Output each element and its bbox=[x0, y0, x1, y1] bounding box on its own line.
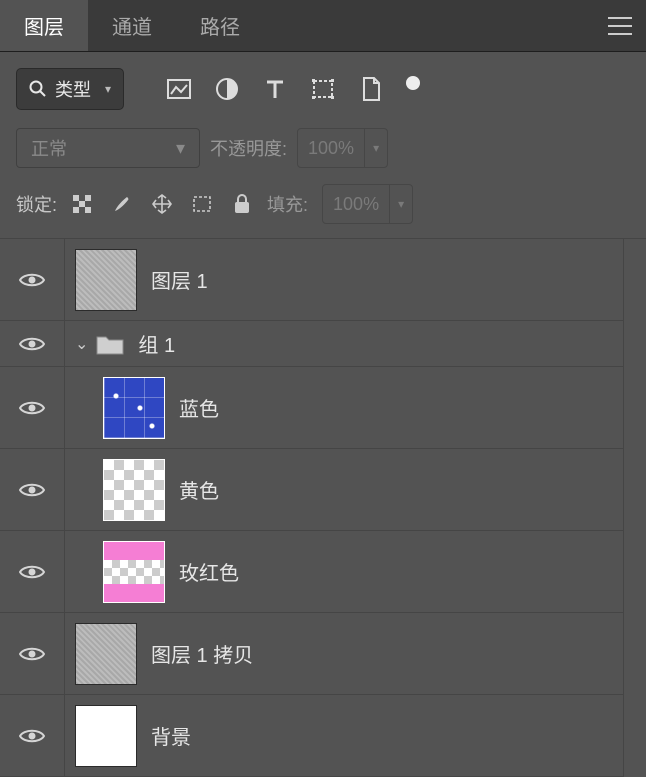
eye-icon bbox=[19, 645, 45, 663]
layer-thumbnail[interactable] bbox=[103, 459, 165, 521]
panel-menu-button[interactable] bbox=[594, 0, 646, 52]
menu-icon bbox=[608, 17, 632, 35]
layer-row[interactable]: 蓝色 bbox=[0, 367, 624, 449]
layer-thumbnail[interactable] bbox=[75, 623, 137, 685]
layer-thumbnail[interactable] bbox=[103, 377, 165, 439]
layer-row[interactable]: 图层 1 拷贝 bbox=[0, 613, 624, 695]
opacity-input[interactable]: 100% ▾ bbox=[297, 128, 388, 168]
visibility-toggle[interactable] bbox=[0, 695, 64, 776]
group-row[interactable]: ⌄ 组 1 bbox=[0, 321, 624, 367]
layer-name: 背景 bbox=[151, 721, 191, 750]
eye-icon bbox=[19, 271, 45, 289]
layer-row[interactable]: 图层 1 bbox=[0, 239, 624, 321]
lock-icon-group bbox=[71, 193, 253, 215]
visibility-toggle[interactable] bbox=[0, 239, 64, 320]
lock-row: 锁定: 填充: 100% ▾ bbox=[0, 176, 646, 238]
filter-shape-icon[interactable] bbox=[310, 76, 336, 102]
eye-icon bbox=[19, 727, 45, 745]
layer-thumbnail[interactable] bbox=[75, 705, 137, 767]
eye-icon bbox=[19, 399, 45, 417]
folder-icon bbox=[96, 333, 124, 355]
tab-channels-label: 通道 bbox=[112, 11, 152, 40]
fill-input[interactable]: 100% ▾ bbox=[322, 184, 413, 224]
layers-list: 图层 1 ⌄ 组 1 蓝色 黄色 bbox=[0, 238, 646, 777]
layer-name: 玫红色 bbox=[179, 557, 239, 586]
filter-pixel-icon[interactable] bbox=[166, 76, 192, 102]
layer-thumbnail[interactable] bbox=[75, 249, 137, 311]
chevron-down-icon: ▾ bbox=[364, 129, 387, 167]
chevron-down-icon: ▾ bbox=[176, 138, 185, 159]
tab-paths[interactable]: 路径 bbox=[176, 0, 264, 51]
layer-name: 图层 1 拷贝 bbox=[151, 639, 253, 668]
layer-name: 黄色 bbox=[179, 475, 219, 504]
lock-label: 锁定: bbox=[16, 191, 57, 217]
group-expand-toggle[interactable]: ⌄ bbox=[75, 333, 124, 355]
visibility-toggle[interactable] bbox=[0, 531, 64, 612]
filter-adjustment-icon[interactable] bbox=[214, 76, 240, 102]
panel-tabbar: 图层 通道 路径 bbox=[0, 0, 646, 52]
layer-row[interactable]: 黄色 bbox=[0, 449, 624, 531]
lock-all-icon[interactable] bbox=[231, 193, 253, 215]
lock-artboard-icon[interactable] bbox=[191, 193, 213, 215]
filter-type-text-icon[interactable] bbox=[262, 76, 288, 102]
lock-transparent-icon[interactable] bbox=[71, 193, 93, 215]
visibility-toggle[interactable] bbox=[0, 449, 64, 530]
filter-toggle-switch[interactable] bbox=[406, 76, 420, 102]
tab-layers-label: 图层 bbox=[24, 11, 64, 40]
blend-mode-label: 正常 bbox=[31, 135, 67, 161]
chevron-down-icon: ▾ bbox=[105, 82, 111, 96]
filter-row: 类型 ▾ bbox=[0, 52, 646, 120]
layer-name: 图层 1 bbox=[151, 265, 208, 294]
blend-row: 正常 ▾ 不透明度: 100% ▾ bbox=[0, 120, 646, 176]
eye-icon bbox=[19, 481, 45, 499]
tab-paths-label: 路径 bbox=[200, 11, 240, 40]
visibility-toggle[interactable] bbox=[0, 367, 64, 448]
visibility-toggle[interactable] bbox=[0, 321, 64, 366]
lock-paint-icon[interactable] bbox=[111, 193, 133, 215]
tab-layers[interactable]: 图层 bbox=[0, 0, 88, 51]
chevron-down-icon: ▾ bbox=[389, 185, 412, 223]
fill-label: 填充: bbox=[267, 191, 308, 217]
tab-channels[interactable]: 通道 bbox=[88, 0, 176, 51]
layer-row[interactable]: 玫红色 bbox=[0, 531, 624, 613]
eye-icon bbox=[19, 563, 45, 581]
filter-smartobject-icon[interactable] bbox=[358, 76, 384, 102]
visibility-toggle[interactable] bbox=[0, 613, 64, 694]
layer-name: 蓝色 bbox=[179, 393, 219, 422]
layer-row[interactable]: 背景 bbox=[0, 695, 624, 777]
filter-type-dropdown[interactable]: 类型 ▾ bbox=[16, 68, 124, 110]
chevron-down-icon: ⌄ bbox=[75, 334, 88, 354]
opacity-value: 100% bbox=[298, 138, 364, 159]
filter-type-label: 类型 bbox=[55, 76, 91, 102]
opacity-label: 不透明度: bbox=[210, 135, 287, 161]
layer-name: 组 1 bbox=[138, 329, 175, 358]
blend-mode-dropdown[interactable]: 正常 ▾ bbox=[16, 128, 200, 168]
search-icon bbox=[29, 80, 47, 98]
lock-position-icon[interactable] bbox=[151, 193, 173, 215]
filter-icon-group bbox=[166, 76, 420, 102]
layer-thumbnail[interactable] bbox=[103, 541, 165, 603]
toggle-dot-icon bbox=[406, 76, 420, 90]
eye-icon bbox=[19, 335, 45, 353]
fill-value: 100% bbox=[323, 194, 389, 215]
